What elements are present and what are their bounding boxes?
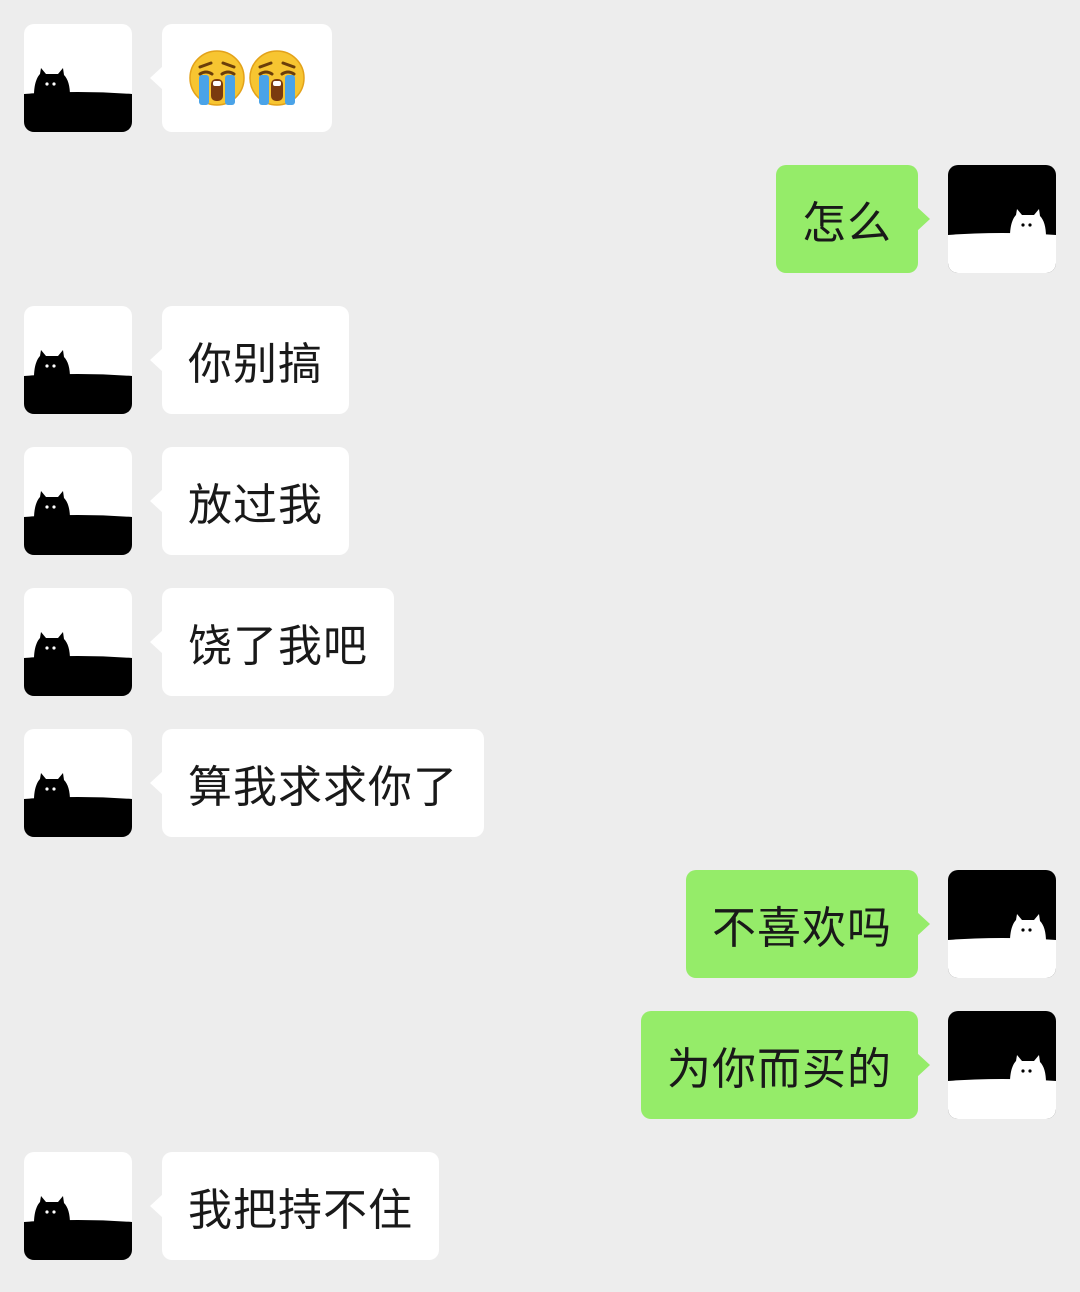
- message-text: 怎么: [802, 198, 892, 249]
- contact-avatar[interactable]: [24, 447, 132, 555]
- message-bubble-outgoing[interactable]: 怎么: [776, 165, 930, 273]
- message-row-incoming: 饶了我吧: [0, 588, 1080, 696]
- message-row-outgoing: 怎么: [0, 165, 1080, 273]
- message-row-incoming: 算我求求你了: [0, 729, 1080, 837]
- message-text: 不喜欢吗: [712, 903, 892, 954]
- message-row-outgoing: 不喜欢吗: [0, 870, 1080, 978]
- message-text: 你别搞: [188, 339, 323, 390]
- loudly-crying-face-icon: [189, 50, 245, 106]
- message-row-incoming: 我把持不住: [0, 1152, 1080, 1260]
- message-row-outgoing: 为你而买的: [0, 1011, 1080, 1119]
- message-bubble-outgoing[interactable]: 为你而买的: [641, 1011, 930, 1119]
- message-text: 为你而买的: [667, 1044, 892, 1095]
- message-bubble-incoming[interactable]: 放过我: [150, 447, 349, 555]
- my-avatar[interactable]: [948, 870, 1056, 978]
- my-avatar[interactable]: [948, 165, 1056, 273]
- message-row-incoming: 你别搞: [0, 306, 1080, 414]
- contact-avatar[interactable]: [24, 729, 132, 837]
- loudly-crying-face-icon: [249, 50, 305, 106]
- message-text: 我把持不住: [188, 1185, 413, 1236]
- message-row-incoming: 放过我: [0, 447, 1080, 555]
- black-cat-avatar-icon: [24, 306, 132, 414]
- contact-avatar[interactable]: [24, 24, 132, 132]
- message-text: 放过我: [188, 480, 323, 531]
- message-text: 饶了我吧: [188, 621, 368, 672]
- message-bubble-incoming[interactable]: 算我求求你了: [150, 729, 484, 837]
- message-bubble-incoming[interactable]: 你别搞: [150, 306, 349, 414]
- black-cat-avatar-icon: [24, 729, 132, 837]
- message-bubble-incoming[interactable]: 饶了我吧: [150, 588, 394, 696]
- black-cat-avatar-icon: [24, 447, 132, 555]
- contact-avatar[interactable]: [24, 1152, 132, 1260]
- message-bubble-emoji[interactable]: [150, 24, 332, 132]
- message-bubble-incoming[interactable]: 我把持不住: [150, 1152, 439, 1260]
- black-cat-avatar-icon: [24, 1152, 132, 1260]
- contact-avatar[interactable]: [24, 306, 132, 414]
- black-cat-avatar-icon: [24, 24, 132, 132]
- message-bubble-outgoing[interactable]: 不喜欢吗: [686, 870, 930, 978]
- contact-avatar[interactable]: [24, 588, 132, 696]
- black-cat-avatar-icon: [24, 588, 132, 696]
- white-cat-avatar-icon: [948, 1011, 1056, 1119]
- white-cat-avatar-icon: [948, 870, 1056, 978]
- message-text: 算我求求你了: [188, 762, 458, 813]
- my-avatar[interactable]: [948, 1011, 1056, 1119]
- white-cat-avatar-icon: [948, 165, 1056, 273]
